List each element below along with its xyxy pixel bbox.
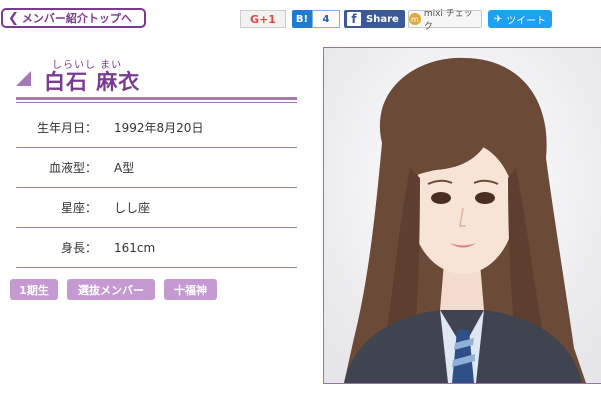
profile-label: 生年月日： xyxy=(36,121,97,135)
mixi-check-button[interactable]: m mixi チェック xyxy=(408,9,482,32)
profile-label: 身長： xyxy=(60,241,97,255)
profile-table: 生年月日： 1992年8月20日 血液型： A型 星座： しし座 身長： 161… xyxy=(16,108,297,268)
tag-jufukujin[interactable]: 十福神 xyxy=(164,279,217,300)
profile-row-zodiac: 星座： しし座 xyxy=(16,188,297,228)
share-bar: G+1 B! 4 f Share m mixi チェック ✈ ツイート xyxy=(0,9,601,32)
heading-divider xyxy=(16,97,297,100)
hatena-bookmark-count: 4 xyxy=(312,10,340,28)
profile-value: しし座 xyxy=(114,201,151,215)
profile-value: 161cm xyxy=(114,240,156,255)
tweet-button[interactable]: ✈ ツイート xyxy=(488,10,552,28)
heading-divider-thin xyxy=(16,102,297,103)
member-name: 白石 麻衣 xyxy=(44,70,141,94)
hatena-bookmark-button[interactable]: B! xyxy=(292,10,312,28)
facebook-share-label: Share xyxy=(366,13,399,25)
facebook-share-button[interactable]: f Share xyxy=(344,10,405,28)
member-portrait-image xyxy=(324,48,601,383)
profile-value: A型 xyxy=(114,161,135,175)
heading-triangle-icon xyxy=(16,71,31,86)
profile-value: 1992年8月20日 xyxy=(114,121,204,135)
member-photo xyxy=(323,47,601,384)
mixi-icon: m xyxy=(409,13,421,25)
profile-label: 血液型： xyxy=(48,161,97,175)
google-plus-button[interactable]: G+1 xyxy=(240,10,286,28)
profile-row-birthday: 生年月日： 1992年8月20日 xyxy=(16,108,297,148)
profile-row-blood-type: 血液型： A型 xyxy=(16,148,297,188)
profile-label: 星座： xyxy=(60,201,97,215)
mixi-check-label: mixi チェック xyxy=(423,9,473,32)
profile-row-height: 身長： 161cm xyxy=(16,228,297,268)
twitter-bird-icon: ✈ xyxy=(493,13,503,25)
tag-first-generation[interactable]: 1期生 xyxy=(10,279,58,300)
facebook-icon: f xyxy=(347,12,361,26)
tweet-label: ツイート xyxy=(506,15,547,27)
tag-senbatsu-member[interactable]: 選抜メンバー xyxy=(67,279,155,300)
